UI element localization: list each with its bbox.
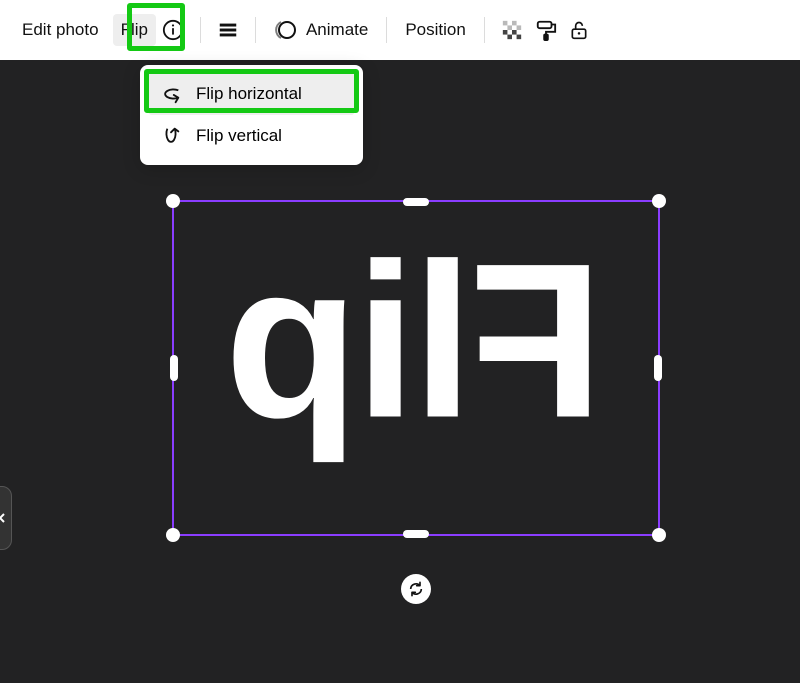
lock-button[interactable] xyxy=(563,12,595,48)
transparency-icon xyxy=(501,19,523,41)
style-copy-button[interactable] xyxy=(529,12,563,48)
flipped-text-content: Flip xyxy=(228,215,603,468)
resize-handle-top-left[interactable] xyxy=(166,194,180,208)
flip-button[interactable]: Flip xyxy=(113,14,156,46)
selected-element-frame[interactable]: Flip xyxy=(172,200,660,536)
flip-label: Flip xyxy=(121,20,148,40)
edit-photo-label: Edit photo xyxy=(22,20,99,40)
toolbar-separator xyxy=(484,17,485,43)
flip-vertical-icon xyxy=(160,125,182,147)
unlock-icon xyxy=(569,18,589,42)
toolbar-separator xyxy=(200,17,201,43)
rotate-button[interactable] xyxy=(401,574,431,604)
animate-button[interactable]: Animate xyxy=(266,12,376,48)
resize-handle-top[interactable] xyxy=(403,198,429,206)
flip-horizontal-item[interactable]: Flip horizontal xyxy=(148,73,355,115)
animate-label: Animate xyxy=(306,20,368,40)
resize-handle-bottom-right[interactable] xyxy=(652,528,666,542)
position-button[interactable]: Position xyxy=(397,14,473,46)
resize-handle-right[interactable] xyxy=(654,355,662,381)
flip-horizontal-icon xyxy=(160,83,182,105)
resize-handle-bottom-left[interactable] xyxy=(166,528,180,542)
top-toolbar: Edit photo Flip xyxy=(0,0,800,60)
flip-vertical-item[interactable]: Flip vertical xyxy=(148,115,355,157)
flip-dropdown: Flip horizontal Flip vertical xyxy=(140,65,363,165)
animate-icon xyxy=(274,18,298,42)
transparency-button[interactable] xyxy=(495,13,529,47)
resize-handle-top-right[interactable] xyxy=(652,194,666,208)
chevron-left-icon xyxy=(0,512,6,524)
design-canvas[interactable]: Flip xyxy=(0,60,800,683)
toolbar-separator xyxy=(386,17,387,43)
resize-handle-bottom[interactable] xyxy=(403,530,429,538)
lines-icon xyxy=(217,19,239,41)
lines-button[interactable] xyxy=(211,13,245,47)
position-label: Position xyxy=(405,20,465,40)
flip-horizontal-label: Flip horizontal xyxy=(196,84,302,104)
toolbar-separator xyxy=(255,17,256,43)
info-icon xyxy=(162,19,184,41)
rotate-icon xyxy=(408,581,424,597)
edit-photo-button[interactable]: Edit photo xyxy=(14,14,107,46)
expand-side-panel-button[interactable] xyxy=(0,486,12,550)
resize-handle-left[interactable] xyxy=(170,355,178,381)
paint-roller-icon xyxy=(535,18,557,42)
flip-vertical-label: Flip vertical xyxy=(196,126,282,146)
info-button[interactable] xyxy=(156,13,190,47)
